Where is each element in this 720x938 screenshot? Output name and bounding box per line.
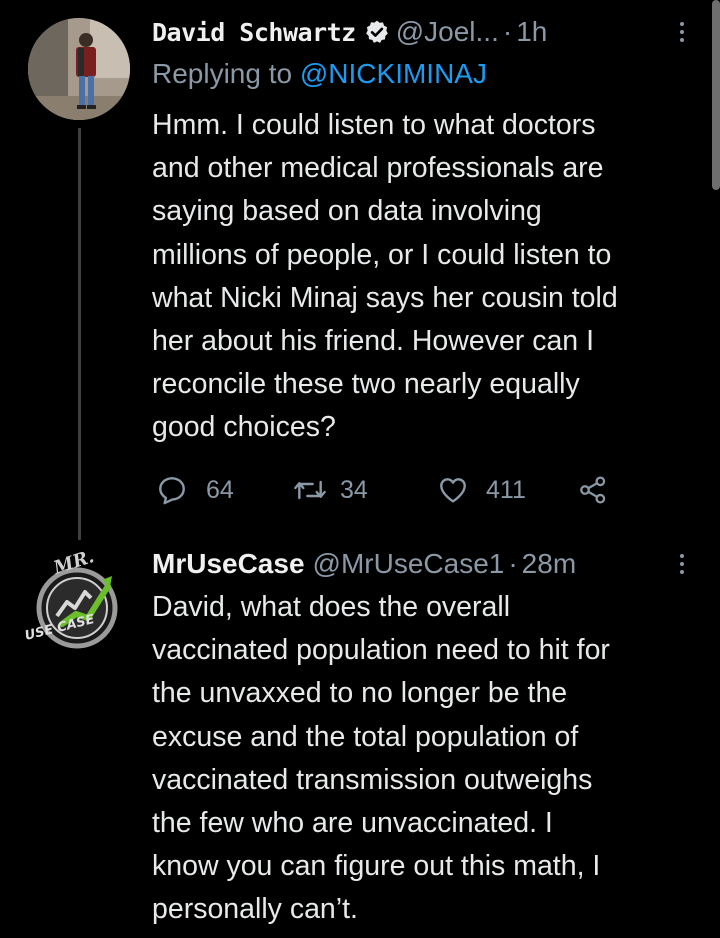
reply-button[interactable]: 64 — [156, 470, 234, 510]
like-count: 411 — [486, 475, 526, 504]
replying-to-line: Replying to @NICKIMINAJ — [152, 58, 487, 90]
tweet-text-line: what Nicki Minaj says her cousin told — [152, 281, 618, 314]
tweet-text-line: the unvaxxed to no longer be the — [152, 677, 568, 710]
more-vertical-icon[interactable] — [672, 14, 692, 50]
share-button[interactable] — [576, 470, 610, 510]
scrollbar[interactable] — [712, 0, 720, 190]
avatar-david-schwartz[interactable] — [28, 18, 130, 120]
timestamp[interactable]: 1h — [516, 16, 547, 48]
tweet-text-line: know you can figure out this math, I — [152, 850, 601, 883]
tweet-body: David, what does the overall vaccinated … — [152, 586, 697, 932]
tweet-text-line: and other medical professionals are — [152, 152, 604, 185]
thread-connector-line — [78, 128, 81, 540]
avatar-photo-icon — [28, 18, 130, 120]
tweet-text-line: the few who are unvaccinated. I — [152, 807, 553, 840]
tweet-header: David Schwartz @Joel... · 1h — [152, 14, 692, 50]
tweet-header: MrUseCase @MrUseCase1 · 28m — [152, 546, 692, 582]
tweet-text-line: good choices? — [152, 411, 336, 444]
replying-to-mention[interactable]: @NICKIMINAJ — [300, 58, 487, 89]
more-vertical-icon[interactable] — [672, 546, 692, 582]
tweet-text-line: saying based on data involving — [152, 195, 542, 228]
heart-icon — [440, 478, 466, 503]
tweet-text-line: personally can’t. — [152, 893, 358, 926]
like-button[interactable]: 411 — [436, 470, 526, 510]
tweet-text-line: vaccinated transmission outweighs — [152, 763, 593, 796]
retweet-count: 34 — [340, 475, 368, 504]
retweet-button[interactable]: 34 — [292, 470, 368, 510]
reply-bubble-icon — [159, 477, 185, 505]
display-name[interactable]: MrUseCase — [152, 548, 305, 580]
replying-prefix: Replying to — [152, 58, 293, 89]
tweet-text-line: reconcile these two nearly equally — [152, 368, 580, 401]
display-name[interactable]: David Schwartz — [152, 18, 356, 47]
separator-dot: · — [508, 548, 518, 579]
tweet-actions: 64 34 411 — [156, 470, 636, 510]
retweet-icon — [294, 480, 326, 500]
user-handle[interactable]: @Joel... — [396, 16, 499, 48]
share-icon — [580, 476, 606, 504]
reply-count: 64 — [206, 475, 234, 504]
tweet-text-line: her about his friend. However can I — [152, 325, 594, 358]
avatar-mrusecase[interactable]: MR. USE CASE — [22, 546, 132, 660]
tweet-text-line: David, what does the overall — [152, 591, 511, 623]
tweet-text-line: excuse and the total population of — [152, 720, 579, 753]
tweet-text-line: Hmm. I could listen to what doctors — [152, 109, 596, 141]
avatar-logo-icon: MR. USE CASE — [23, 546, 118, 649]
verified-badge-icon — [365, 20, 388, 43]
tweet-david-schwartz[interactable]: David Schwartz @Joel... · 1h Replying to… — [0, 0, 720, 540]
tweet-text-line: millions of people, or I could listen to — [152, 238, 612, 271]
user-handle[interactable]: @MrUseCase1 — [313, 548, 505, 580]
tweet-body: Hmm. I could listen to what doctors and … — [152, 104, 697, 450]
tweet-text-line: vaccinated population need to hit for — [152, 634, 610, 667]
timestamp[interactable]: 28m — [522, 548, 576, 580]
tweet-mrusecase[interactable]: MR. USE CASE MrUseCase @MrUseCase1 · 28m… — [0, 540, 720, 938]
separator-dot: · — [502, 16, 513, 47]
